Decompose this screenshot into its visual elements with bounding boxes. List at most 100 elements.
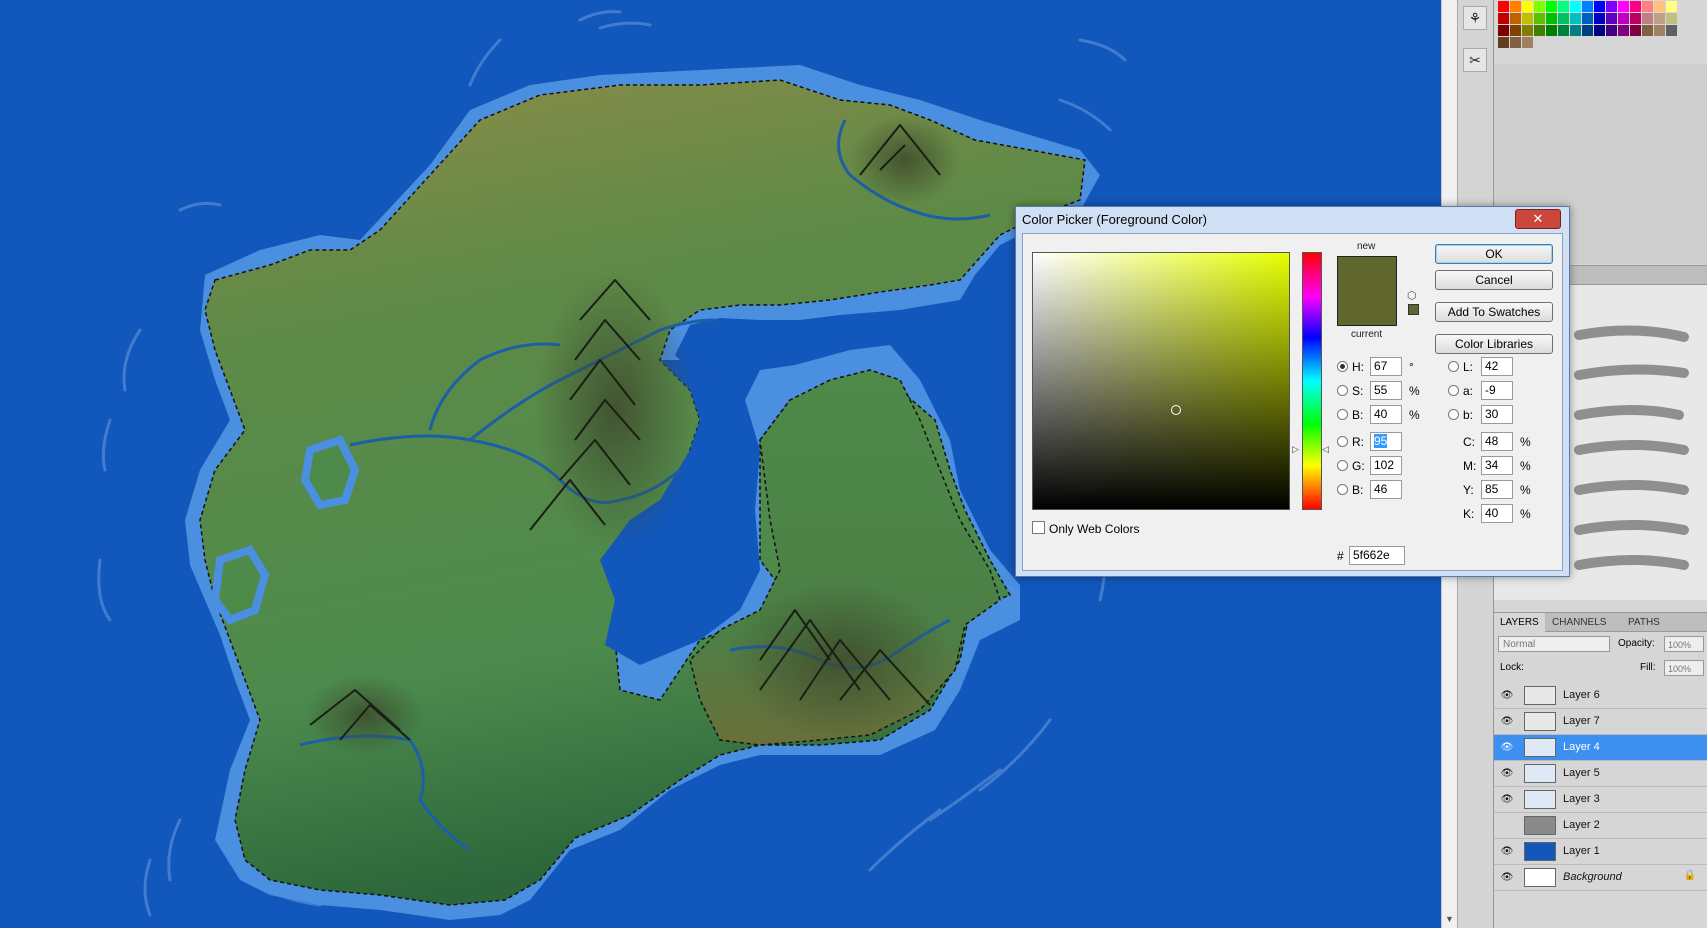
swatch-chip[interactable] (1498, 25, 1509, 36)
swatch-chip[interactable] (1534, 13, 1545, 24)
tab-paths[interactable]: PATHS (1622, 613, 1666, 632)
swatch-chip[interactable] (1522, 25, 1533, 36)
cancel-button[interactable]: Cancel (1435, 270, 1553, 290)
swatch-chip[interactable] (1558, 1, 1569, 12)
hex-input[interactable]: 5f662e (1349, 546, 1405, 565)
swatch-chip[interactable] (1594, 25, 1605, 36)
swatch-chip[interactable] (1558, 13, 1569, 24)
swatch-chip[interactable] (1606, 1, 1617, 12)
lab-a-radio[interactable] (1448, 385, 1459, 396)
red-radio[interactable] (1337, 436, 1348, 447)
layer-row[interactable]: 👁 Layer 7 (1494, 709, 1707, 735)
opacity-input[interactable]: 100% (1664, 636, 1704, 652)
add-to-swatches-button[interactable]: Add To Swatches (1435, 302, 1553, 322)
swatch-chip[interactable] (1570, 25, 1581, 36)
visibility-eye-icon[interactable]: 👁 (1500, 716, 1514, 727)
visibility-eye-icon[interactable]: 👁 (1500, 872, 1514, 883)
swatch-chip[interactable] (1666, 13, 1677, 24)
layer-row[interactable]: 👁 Layer 1 (1494, 839, 1707, 865)
saturation-brightness-field[interactable] (1032, 252, 1290, 510)
gamut-warning-cube-icon[interactable]: ⬡ (1407, 289, 1417, 302)
scroll-down-arrow-icon[interactable]: ▼ (1445, 914, 1454, 924)
lab-l-input[interactable]: 42 (1481, 357, 1513, 376)
hue-radio[interactable] (1337, 361, 1348, 372)
brightness-input[interactable]: 40 (1370, 405, 1402, 424)
swatch-chip[interactable] (1618, 1, 1629, 12)
lab-b-radio[interactable] (1448, 409, 1459, 420)
swatch-chip[interactable] (1594, 1, 1605, 12)
layer-row[interactable]: 👁 Background 🔒 (1494, 865, 1707, 891)
only-web-colors-box[interactable] (1032, 521, 1045, 534)
swatch-chip[interactable] (1642, 25, 1653, 36)
hue-slider-left-arrow-icon[interactable]: ▷ (1292, 444, 1299, 455)
blue-input[interactable]: 46 (1370, 480, 1402, 499)
swatch-chip[interactable] (1642, 13, 1653, 24)
layer-row[interactable]: 👁 Layer 3 (1494, 787, 1707, 813)
ok-button[interactable]: OK (1435, 244, 1553, 264)
swatch-chip[interactable] (1666, 25, 1677, 36)
blend-mode-select[interactable]: Normal (1498, 636, 1610, 652)
swatch-chip[interactable] (1522, 13, 1533, 24)
current-color-swatch[interactable] (1337, 292, 1397, 326)
swatch-chip[interactable] (1630, 13, 1641, 24)
tab-layers[interactable]: LAYERS (1494, 613, 1545, 632)
tab-channels[interactable]: CHANNELS (1546, 613, 1612, 632)
black-input[interactable]: 40 (1481, 504, 1513, 523)
color-cursor-icon[interactable] (1171, 405, 1181, 415)
fill-input[interactable]: 100% (1664, 660, 1704, 676)
swatch-chip[interactable] (1666, 1, 1677, 12)
swatch-chip[interactable] (1630, 1, 1641, 12)
tool-preset-icon[interactable]: ✂ (1463, 48, 1487, 72)
swatch-chip[interactable] (1522, 37, 1533, 48)
swatch-chip[interactable] (1558, 25, 1569, 36)
green-radio[interactable] (1337, 460, 1348, 471)
swatch-chip[interactable] (1654, 1, 1665, 12)
swatch-chip[interactable] (1546, 25, 1557, 36)
swatch-chip[interactable] (1606, 25, 1617, 36)
cyan-input[interactable]: 48 (1481, 432, 1513, 451)
swatch-chip[interactable] (1582, 13, 1593, 24)
swatch-chip[interactable] (1570, 1, 1581, 12)
swatch-chip[interactable] (1510, 25, 1521, 36)
visibility-eye-icon[interactable]: 👁 (1500, 690, 1514, 701)
swatch-chip[interactable] (1618, 25, 1629, 36)
saturation-radio[interactable] (1337, 385, 1348, 396)
swatch-chip[interactable] (1582, 1, 1593, 12)
swatch-chip[interactable] (1654, 13, 1665, 24)
brush-preset-icon[interactable]: ⚘ (1463, 6, 1487, 30)
swatch-chip[interactable] (1606, 13, 1617, 24)
hue-slider-right-arrow-icon[interactable]: ◁ (1322, 444, 1329, 455)
visibility-eye-icon[interactable]: 👁 (1500, 846, 1514, 857)
close-icon[interactable]: ✕ (1515, 209, 1561, 229)
lab-b-input[interactable]: 30 (1481, 405, 1513, 424)
red-input[interactable]: 95 (1370, 432, 1402, 451)
swatch-chip[interactable] (1522, 1, 1533, 12)
swatch-chip[interactable] (1510, 1, 1521, 12)
only-web-colors-checkbox[interactable]: Only Web Colors (1032, 521, 1139, 536)
swatch-chip[interactable] (1654, 25, 1665, 36)
lab-a-input[interactable]: -9 (1481, 381, 1513, 400)
swatch-chip[interactable] (1582, 25, 1593, 36)
swatch-chip[interactable] (1534, 25, 1545, 36)
magenta-input[interactable]: 34 (1481, 456, 1513, 475)
green-input[interactable]: 102 (1370, 456, 1402, 475)
swatch-chip[interactable] (1498, 37, 1509, 48)
swatch-chip[interactable] (1594, 13, 1605, 24)
hue-input[interactable]: 67 (1370, 357, 1402, 376)
blue-radio[interactable] (1337, 484, 1348, 495)
visibility-eye-icon[interactable]: 👁 (1500, 742, 1514, 753)
layer-row[interactable]: 👁 Layer 5 (1494, 761, 1707, 787)
visibility-eye-icon[interactable]: 👁 (1500, 794, 1514, 805)
saturation-input[interactable]: 55 (1370, 381, 1402, 400)
swatch-chip[interactable] (1510, 37, 1521, 48)
swatch-chip[interactable] (1570, 13, 1581, 24)
swatch-chip[interactable] (1546, 1, 1557, 12)
web-safe-color-chip[interactable] (1408, 304, 1419, 315)
swatch-chip[interactable] (1510, 13, 1521, 24)
swatch-chip[interactable] (1642, 1, 1653, 12)
layer-row[interactable]: Layer 2 (1494, 813, 1707, 839)
swatch-chip[interactable] (1618, 13, 1629, 24)
layer-row[interactable]: 👁 Layer 4 (1494, 735, 1707, 761)
swatch-chip[interactable] (1546, 13, 1557, 24)
yellow-input[interactable]: 85 (1481, 480, 1513, 499)
